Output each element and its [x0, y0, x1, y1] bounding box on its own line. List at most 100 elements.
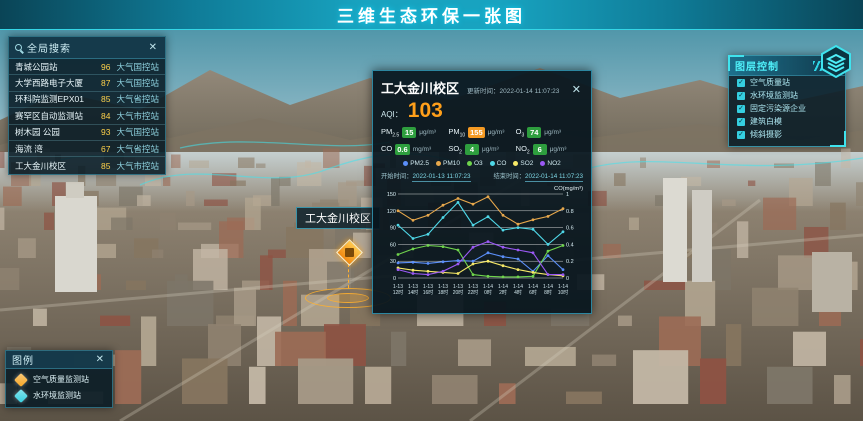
series-legend-item[interactable]: PM10 [436, 160, 460, 167]
end-time-label: 结束时间： [494, 173, 525, 180]
station-list-item[interactable]: 青城公园站 96 大气国控站 [9, 59, 165, 75]
start-time-value[interactable]: 2022-01-13 11:07:23 [412, 173, 470, 182]
station-name: 环科院监测EPX01 [15, 93, 90, 105]
pollutant-name: PM2.5 [381, 127, 399, 139]
pollutant-cell: O3 74 μg/m³ [516, 127, 583, 139]
station-type: 大气国控站 [116, 77, 159, 89]
svg-text:120: 120 [387, 209, 396, 215]
close-icon[interactable]: ✕ [147, 42, 159, 53]
svg-text:1-1318时: 1-1318时 [438, 284, 449, 296]
station-type: 大气市控站 [116, 110, 159, 122]
series-color-dot [490, 161, 495, 166]
series-legend-item[interactable]: CO [490, 160, 507, 167]
layer-toggle-item[interactable]: ✓ 水环境监测站 [729, 89, 845, 102]
station-aqi-value: 87 [90, 78, 110, 88]
station-list-item[interactable]: 赛罕区自动监测站 84 大气市控站 [9, 108, 165, 124]
pollutant-value-badge: 4 [465, 144, 479, 155]
pollutant-cell: CO 0.6 mg/m³ [381, 144, 448, 156]
layer-toggle-item[interactable]: ✓ 固定污染源企业 [729, 102, 845, 115]
pollutant-name: SO2 [448, 144, 462, 156]
pollutant-value-badge: 155 [468, 127, 485, 138]
start-time: 开始时间：2022-01-13 11:07:23 [381, 171, 471, 180]
station-list-item[interactable]: 大学西路电子大厦 87 大气国控站 [9, 75, 165, 91]
end-time: 结束时间：2022-01-14 11:07:23 [494, 171, 584, 180]
pollutant-unit: mg/m³ [413, 146, 431, 153]
station-aqi-value: 96 [90, 62, 110, 72]
pollutant-unit: μg/m³ [544, 129, 561, 136]
update-time-value: 2022-01-14 11:07:23 [500, 88, 560, 95]
station-list-item[interactable]: 环科院监测EPX01 85 大气省控站 [9, 92, 165, 108]
layer-toggle-item[interactable]: ✓ 建筑白模 [729, 115, 845, 128]
svg-text:1-1312时: 1-1312时 [393, 284, 404, 296]
svg-text:0.2: 0.2 [566, 259, 574, 265]
svg-text:1-142时: 1-142时 [498, 284, 508, 296]
station-type: 大气国控站 [116, 126, 159, 138]
series-legend-item[interactable]: SO2 [513, 160, 533, 167]
station-name: 赛罕区自动监测站 [15, 110, 90, 122]
svg-text:0.6: 0.6 [566, 226, 574, 232]
layer-label: 固定污染源企业 [750, 103, 806, 114]
checkbox-checked-icon[interactable]: ✓ [737, 105, 745, 113]
series-legend-item[interactable]: O3 [467, 160, 483, 167]
map-legend-panel: 图例 ✕ 空气质量监测站 水环境监测站 [5, 350, 113, 408]
station-panel-title: 全局搜索 [27, 40, 147, 55]
svg-text:1-144时: 1-144时 [513, 284, 523, 296]
station-type: 大气省控站 [116, 93, 159, 105]
pollutant-value-badge: 15 [402, 127, 416, 138]
svg-text:0.4: 0.4 [566, 242, 574, 248]
checkbox-checked-icon[interactable]: ✓ [737, 118, 745, 126]
layer-panel-title: 图层控制 [735, 58, 813, 73]
layers-hexagon-icon[interactable] [819, 44, 853, 78]
station-name: 树木园 公园 [15, 126, 90, 138]
marker-glyph [345, 248, 354, 257]
layer-label: 空气质量站 [750, 77, 790, 88]
series-color-dot [436, 161, 441, 166]
aqi-label: AQI： [381, 109, 403, 120]
pollutant-name: PM10 [448, 127, 465, 139]
popup-header: 工大金川校区 更新时间：2022-01-14 11:07:23 ✕ [381, 78, 583, 97]
pollutant-unit: μg/m³ [419, 129, 436, 136]
station-name: 工大金川校区 [15, 160, 90, 172]
svg-text:1-146时: 1-146时 [528, 284, 538, 296]
svg-text:1-148时: 1-148时 [543, 284, 553, 296]
svg-text:90: 90 [390, 226, 396, 232]
station-type: 大气省控站 [116, 143, 159, 155]
top-banner: 三维生态环保一张图 [0, 0, 863, 30]
popup-close-icon[interactable]: ✕ [570, 83, 583, 96]
station-aqi-value: 93 [90, 127, 110, 137]
checkbox-checked-icon[interactable]: ✓ [737, 92, 745, 100]
station-aqi-value: 85 [90, 94, 110, 104]
station-list-item[interactable]: 树木园 公园 93 大气国控站 [9, 125, 165, 141]
checkbox-checked-icon[interactable]: ✓ [737, 131, 745, 139]
aqi-row: AQI： 103 [381, 99, 583, 123]
start-time-label: 开始时间： [381, 173, 412, 180]
svg-text:60: 60 [390, 242, 396, 248]
legend-item-label: 水环境监测站 [33, 390, 81, 401]
svg-text:1-1410时: 1-1410时 [558, 284, 569, 296]
end-time-value[interactable]: 2022-01-14 11:07:23 [525, 173, 583, 182]
series-label: CO [497, 160, 507, 167]
layer-toggle-item[interactable]: ✓ 倾斜摄影 [729, 128, 845, 141]
layer-control-panel: 图层控制 ✓ 空气质量站✓ 水环境监测站✓ 固定污染源企业✓ 建筑白模✓ 倾斜摄… [728, 55, 846, 147]
pollutant-cell: SO2 4 μg/m³ [448, 144, 515, 156]
layer-list: ✓ 空气质量站✓ 水环境监测站✓ 固定污染源企业✓ 建筑白模✓ 倾斜摄影 [729, 76, 845, 141]
station-list-item[interactable]: 海流 湾 67 大气省控站 [9, 141, 165, 157]
legend-close-icon[interactable]: ✕ [94, 354, 106, 365]
station-type: 大气国控站 [116, 61, 159, 73]
pollutant-name: CO [381, 144, 392, 156]
legend-item-label: 空气质量监测站 [33, 374, 89, 385]
series-label: PM2.5 [410, 160, 429, 167]
legend-item: 水环境监测站 [6, 385, 112, 401]
series-label: PM10 [443, 160, 460, 167]
station-list: 青城公园站 96 大气国控站大学西路电子大厦 87 大气国控站环科院监测EPX0… [9, 59, 165, 174]
station-list-item[interactable]: 工大金川校区 85 大气市控站 [9, 157, 165, 173]
series-legend-item[interactable]: PM2.5 [403, 160, 429, 167]
series-label: NO2 [547, 160, 560, 167]
pollutant-trend-chart: CO(mg/m³)00300.2600.4900.61200.81501 1-1… [381, 182, 585, 302]
aqi-value: 103 [408, 99, 443, 123]
layer-label: 建筑白模 [750, 116, 782, 127]
svg-text:1-1316时: 1-1316时 [423, 284, 434, 296]
checkbox-checked-icon[interactable]: ✓ [737, 79, 745, 87]
station-aqi-value: 84 [90, 111, 110, 121]
series-legend-item[interactable]: NO2 [540, 160, 560, 167]
